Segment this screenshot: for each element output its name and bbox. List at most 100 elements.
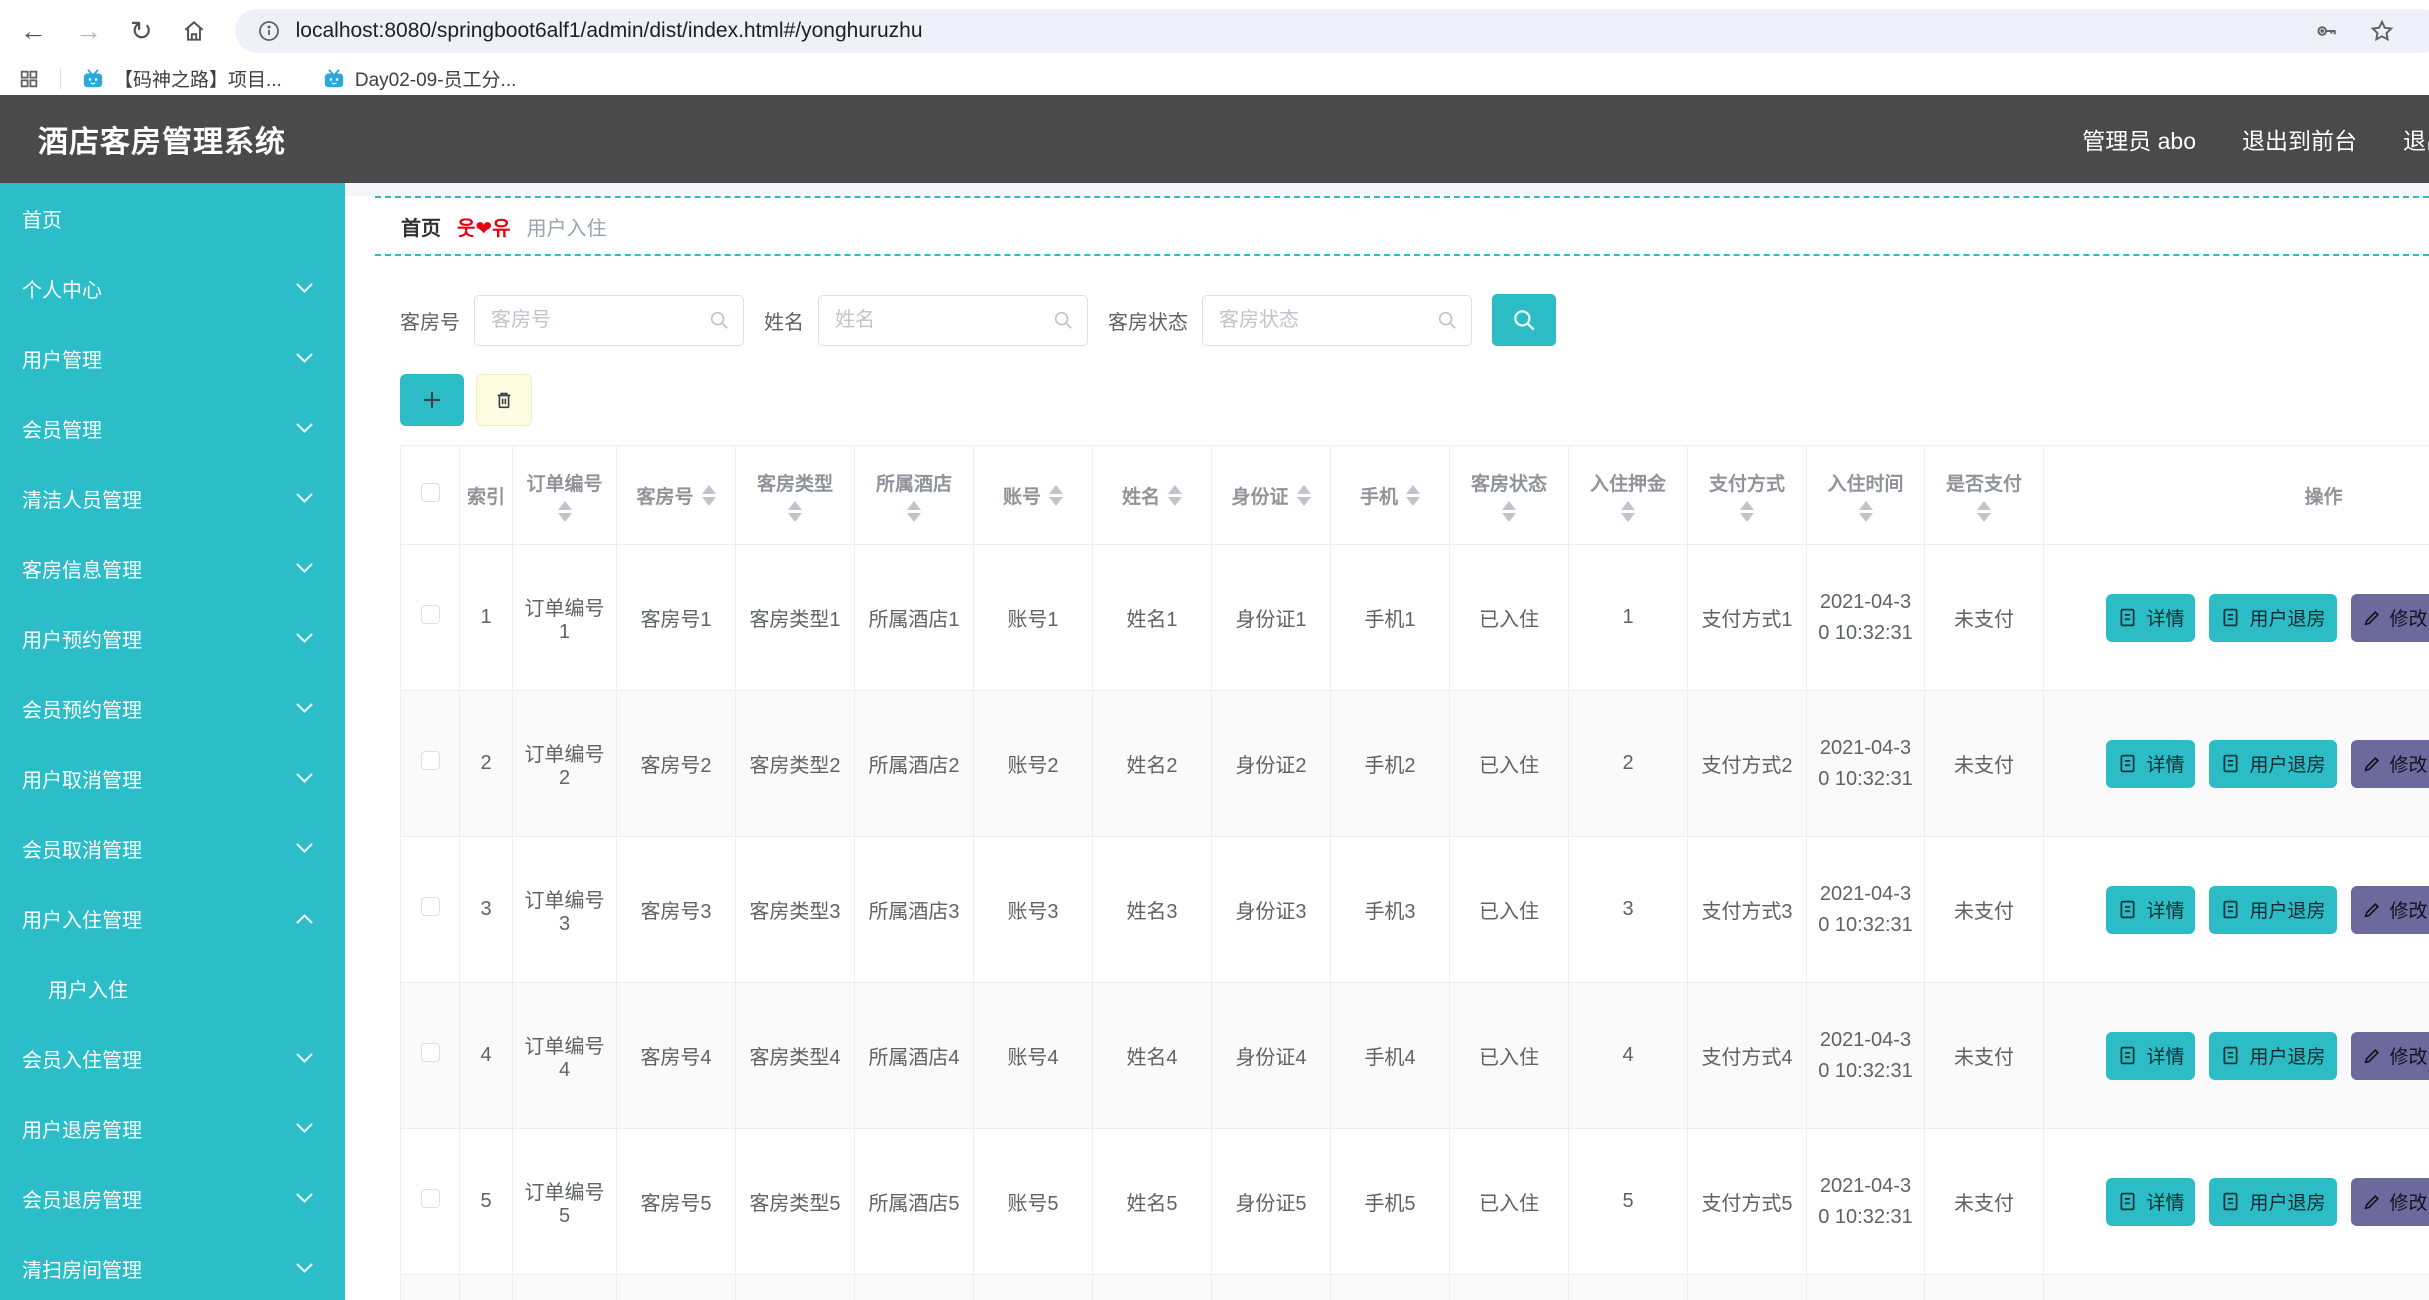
select-all-checkbox[interactable] (421, 483, 440, 502)
col-header-deposit[interactable]: 入住押金 (1569, 446, 1688, 545)
sidebar-subitem-11[interactable]: 用户入住 (0, 953, 345, 1023)
bookmark-star-icon[interactable] (2369, 18, 2395, 44)
user-checkout-button[interactable]: 用户退房 (2209, 594, 2336, 642)
row-checkbox[interactable] (421, 605, 440, 624)
cell-index: 3 (460, 837, 513, 983)
sidebar-item-2[interactable]: 用户管理 (0, 323, 345, 393)
sidebar-item-4[interactable]: 清洁人员管理 (0, 463, 345, 533)
sort-carets-icon[interactable] (1502, 501, 1516, 522)
row-checkbox[interactable] (421, 751, 440, 770)
search-field-label: 客房号 (400, 306, 460, 335)
edit-button[interactable]: 修改 (2351, 886, 2429, 934)
sort-carets-icon[interactable] (1049, 485, 1063, 506)
col-header-room_no[interactable]: 客房号 (617, 446, 736, 545)
edit-button[interactable]: 修改 (2351, 1032, 2429, 1080)
cell-phone: 手机3 (1331, 837, 1450, 983)
cell-checkin_time: 2021-04-30 10:32:31 (1807, 691, 1925, 837)
user-checkout-icon (2220, 1045, 2241, 1066)
detail-button[interactable]: 详情 (2106, 1032, 2195, 1080)
col-header-phone[interactable]: 手机 (1331, 446, 1450, 545)
search-input-1[interactable] (818, 295, 1088, 346)
sidebar-item-14[interactable]: 会员退房管理 (0, 1163, 345, 1233)
sort-carets-icon[interactable] (1859, 501, 1873, 522)
sidebar-item-1[interactable]: 个人中心 (0, 253, 345, 323)
col-header-room_type[interactable]: 客房类型 (736, 446, 855, 545)
row-checkbox[interactable] (421, 897, 440, 916)
header-link-0[interactable]: 管理员 abo (2082, 122, 2196, 156)
home-icon[interactable] (181, 18, 207, 44)
detail-button[interactable]: 详情 (2106, 740, 2195, 788)
chevron-down-icon (296, 633, 313, 644)
address-bar[interactable]: localhost:8080/springboot6alf1/admin/dis… (235, 9, 2429, 53)
search-input-0[interactable] (474, 295, 744, 346)
table-body: 1订单编号1客房号1客房类型1所属酒店1账号1姓名1身份证1手机1已入住1支付方… (401, 545, 2429, 1300)
apps-grid-icon[interactable] (18, 68, 40, 90)
sidebar-item-13[interactable]: 用户退房管理 (0, 1093, 345, 1163)
col-header-order_no[interactable]: 订单编号 (513, 446, 617, 545)
sort-carets-icon[interactable] (788, 501, 802, 522)
breadcrumb-home[interactable]: 首页 (401, 212, 441, 241)
cell-select (401, 691, 460, 837)
edit-button[interactable]: 修改 (2351, 594, 2429, 642)
batch-delete-button[interactable] (476, 374, 532, 426)
row-checkbox[interactable] (421, 1189, 440, 1208)
user-checkout-button[interactable]: 用户退房 (2209, 740, 2336, 788)
sort-carets-icon[interactable] (702, 485, 716, 506)
bookmark-item-0[interactable]: 【码神之路】项目... (81, 65, 282, 92)
forward-icon[interactable]: → (75, 18, 102, 45)
header-link-1[interactable]: 退出到前台 (2242, 122, 2357, 156)
col-header-name[interactable]: 姓名 (1093, 446, 1212, 545)
menu-item-label: 清洁人员管理 (22, 484, 142, 513)
sidebar-item-5[interactable]: 客房信息管理 (0, 533, 345, 603)
detail-button[interactable]: 详情 (2106, 1178, 2195, 1226)
sidebar-item-12[interactable]: 会员入住管理 (0, 1023, 345, 1093)
sort-carets-icon[interactable] (1621, 501, 1635, 522)
edit-button[interactable]: 修改 (2351, 1178, 2429, 1226)
sidebar-item-7[interactable]: 会员预约管理 (0, 673, 345, 743)
col-header-paid_status[interactable]: 是否支付 (1925, 446, 2044, 545)
sort-carets-icon[interactable] (1977, 501, 1991, 522)
header-link-2[interactable]: 退出登录 (2403, 122, 2429, 156)
sidebar-item-6[interactable]: 用户预约管理 (0, 603, 345, 673)
sidebar-item-9[interactable]: 会员取消管理 (0, 813, 345, 883)
cell-order_no: 订单编号3 (513, 837, 617, 983)
edit-button[interactable]: 修改 (2351, 740, 2429, 788)
row-checkbox[interactable] (421, 1043, 440, 1062)
sidebar-item-8[interactable]: 用户取消管理 (0, 743, 345, 813)
cell-deposit: 3 (1569, 837, 1688, 983)
col-header-pay_type[interactable]: 支付方式 (1688, 446, 1807, 545)
sort-carets-icon[interactable] (907, 501, 921, 522)
cell-account: 账号5 (974, 1129, 1093, 1275)
cell-actions: 详情用户退房修改删除 (2044, 1129, 2429, 1275)
user-checkout-button[interactable]: 用户退房 (2209, 886, 2336, 934)
sidebar-item-10[interactable]: 用户入住管理 (0, 883, 345, 953)
col-header-label: 入住时间 (1827, 469, 1903, 496)
sort-carets-icon[interactable] (1406, 485, 1420, 506)
password-key-icon[interactable] (2313, 18, 2339, 44)
site-info-icon[interactable] (257, 19, 281, 43)
sidebar-item-15[interactable]: 清扫房间管理 (0, 1233, 345, 1300)
sort-carets-icon[interactable] (1168, 485, 1182, 506)
bookmark-item-1[interactable]: Day02-09-员工分... (322, 65, 517, 92)
col-header-account[interactable]: 账号 (974, 446, 1093, 545)
user-checkout-button[interactable]: 用户退房 (2209, 1178, 2336, 1226)
search-button[interactable] (1492, 294, 1556, 346)
sort-carets-icon[interactable] (1740, 501, 1754, 522)
chevron-down-icon (296, 563, 313, 574)
sidebar-item-3[interactable]: 会员管理 (0, 393, 345, 463)
search-input-2[interactable] (1202, 295, 1472, 346)
detail-button[interactable]: 详情 (2106, 594, 2195, 642)
detail-button[interactable]: 详情 (2106, 886, 2195, 934)
sidebar-item-0[interactable]: 首页 (0, 183, 345, 253)
sort-carets-icon[interactable] (558, 501, 572, 522)
col-header-id_card[interactable]: 身份证 (1212, 446, 1331, 545)
col-header-room_status[interactable]: 客房状态 (1450, 446, 1569, 545)
sort-carets-icon[interactable] (1297, 485, 1311, 506)
user-checkout-button[interactable]: 用户退房 (2209, 1032, 2336, 1080)
back-icon[interactable]: ← (20, 18, 47, 45)
cell-room_status: 已入住 (1450, 983, 1569, 1129)
col-header-hotel[interactable]: 所属酒店 (855, 446, 974, 545)
reload-icon[interactable]: ↻ (130, 18, 153, 45)
col-header-checkin_time[interactable]: 入住时间 (1807, 446, 1925, 545)
add-button[interactable] (400, 374, 464, 426)
